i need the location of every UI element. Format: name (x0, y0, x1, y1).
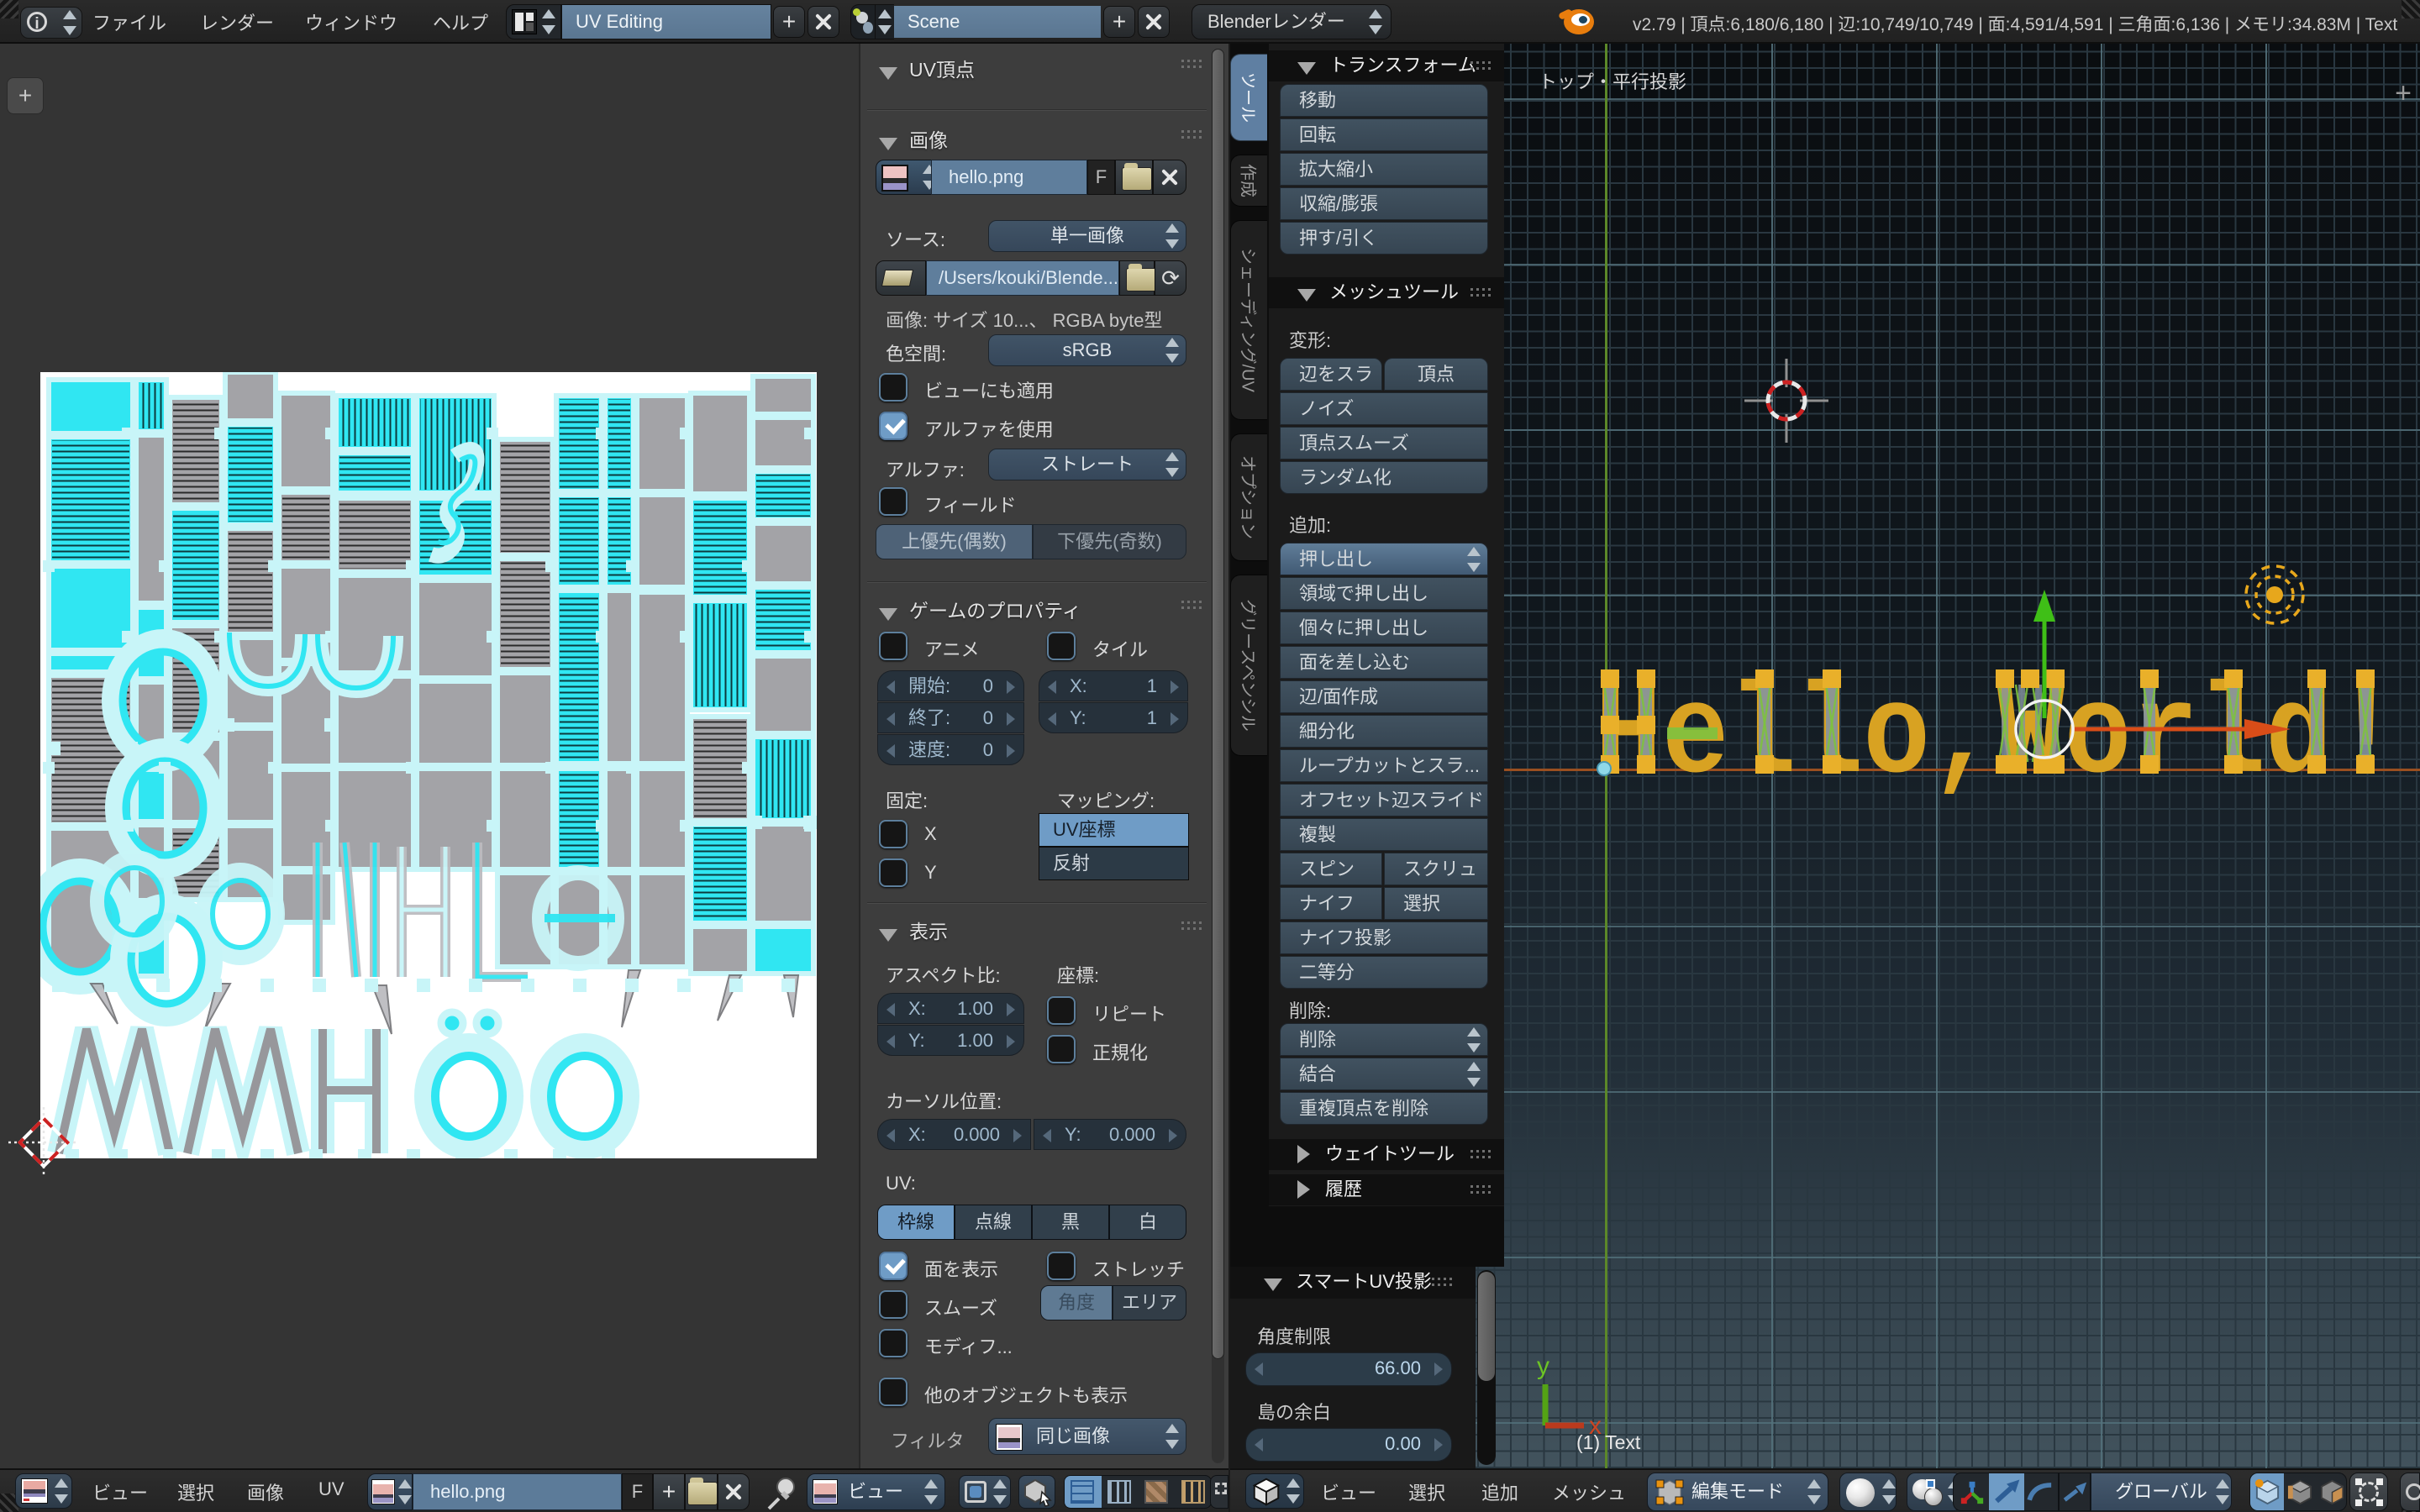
svg-text:y: y (1537, 1352, 1549, 1380)
